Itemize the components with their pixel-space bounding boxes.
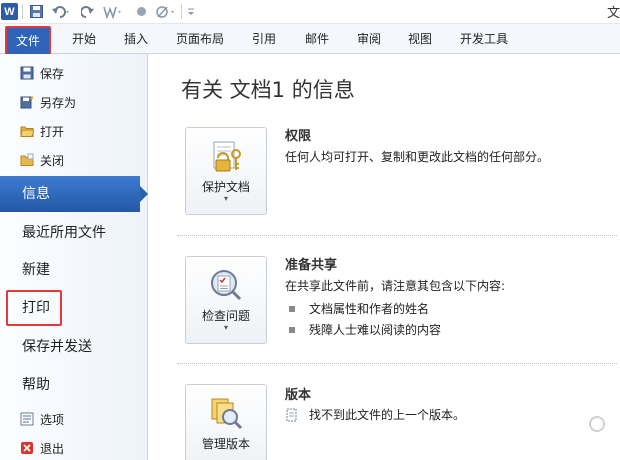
file-tab-label: 文件 bbox=[15, 34, 40, 48]
sidebar-item-new[interactable]: 新建 bbox=[22, 256, 50, 284]
ribbon-tab-row: 开始 插入 页面布局 引用 邮件 审阅 视图 开发工具 bbox=[0, 24, 620, 54]
sidebar-item-open[interactable]: 打开 bbox=[20, 121, 64, 141]
sidebar-item-label: 打开 bbox=[40, 124, 65, 139]
manage-versions-button[interactable]: 管理版本 bbox=[185, 384, 267, 460]
customize-icon[interactable] bbox=[185, 3, 197, 20]
section-divider bbox=[177, 235, 617, 236]
check-issues-button[interactable]: 检查问题 ▾ bbox=[185, 256, 267, 344]
sidebar-item-save-send[interactable]: 保存并发送 bbox=[22, 333, 92, 361]
save-as-icon bbox=[20, 95, 34, 109]
save-icon bbox=[20, 66, 34, 80]
tab-page-layout[interactable]: 页面布局 bbox=[176, 24, 224, 54]
bullet-text: 文档属性和作者的姓名 bbox=[309, 302, 430, 316]
record-icon[interactable] bbox=[134, 3, 148, 20]
backstage-sidebar: 保存 另存为 打开 关闭 信息 最近所用文件 新建 打印 保存并发送 帮助 选项… bbox=[0, 54, 148, 460]
versions-row: 找不到此文件的上一个版本。 bbox=[285, 406, 465, 423]
save-icon[interactable] bbox=[28, 3, 44, 20]
sidebar-item-label: 选项 bbox=[40, 412, 65, 427]
sidebar-item-label: 信息 bbox=[22, 186, 50, 202]
tab-developer[interactable]: 开发工具 bbox=[460, 24, 508, 54]
sidebar-item-save-as[interactable]: 另存为 bbox=[20, 92, 76, 112]
bullet-text: 残障人士难以阅读的内容 bbox=[309, 323, 442, 337]
toolbar-separator bbox=[181, 4, 182, 19]
tab-home[interactable]: 开始 bbox=[72, 24, 96, 54]
lock-key-icon bbox=[208, 138, 244, 174]
protect-document-label: 保护文档 bbox=[201, 180, 250, 194]
dropdown-arrow-icon: ▾ bbox=[223, 194, 228, 203]
page-title: 有关 文档1 的信息 bbox=[181, 78, 355, 102]
document-version-icon bbox=[285, 408, 299, 422]
sidebar-item-print[interactable]: 打印 bbox=[22, 294, 50, 322]
manage-versions-icon bbox=[208, 395, 244, 431]
window-title: 文 bbox=[606, 6, 620, 21]
toolbar-separator bbox=[22, 4, 23, 19]
versions-text: 找不到此文件的上一个版本。 bbox=[309, 408, 466, 422]
sidebar-item-info[interactable]: 信息 bbox=[0, 176, 148, 212]
format-painter-icon[interactable] bbox=[102, 3, 124, 20]
prepare-sharing-heading: 准备共享 bbox=[285, 258, 338, 273]
manage-versions-label: 管理版本 bbox=[201, 437, 250, 451]
close-folder-icon bbox=[20, 153, 34, 167]
sidebar-item-options[interactable]: 选项 bbox=[20, 409, 64, 429]
sidebar-item-exit[interactable]: 退出 bbox=[20, 438, 64, 458]
prepare-sharing-text: 在共享此文件前，请注意其包含以下内容: bbox=[285, 279, 506, 293]
tab-review[interactable]: 审阅 bbox=[357, 24, 381, 54]
versions-heading: 版本 bbox=[285, 388, 312, 403]
permissions-text: 任何人均可打开、复制和更改此文档的任何部分。 bbox=[285, 150, 550, 164]
bullet-icon bbox=[289, 326, 295, 333]
undo-icon[interactable] bbox=[50, 3, 72, 20]
word-logo-icon[interactable]: W bbox=[1, 3, 18, 20]
options-icon bbox=[20, 412, 34, 426]
sidebar-item-recent[interactable]: 最近所用文件 bbox=[22, 219, 106, 247]
tab-mailings[interactable]: 邮件 bbox=[305, 24, 329, 54]
inspect-document-icon bbox=[208, 267, 244, 303]
tab-references[interactable]: 引用 bbox=[252, 24, 276, 54]
sidebar-item-save[interactable]: 保存 bbox=[20, 63, 64, 83]
protect-document-button[interactable]: 保护文档 ▾ bbox=[185, 127, 267, 215]
info-pane: 有关 文档1 的信息 保护文档 ▾ 权限 任何人均可打开、复制和更改此文档的任何… bbox=[149, 54, 620, 460]
watermark-icon bbox=[589, 416, 605, 432]
open-folder-icon bbox=[20, 124, 35, 138]
sidebar-item-close[interactable]: 关闭 bbox=[20, 150, 64, 170]
tab-insert[interactable]: 插入 bbox=[124, 24, 148, 54]
clear-format-icon[interactable] bbox=[155, 3, 177, 20]
bullet-icon bbox=[289, 305, 295, 312]
exit-icon bbox=[20, 441, 34, 455]
sidebar-item-label: 退出 bbox=[40, 441, 65, 456]
check-issues-label: 检查问题 bbox=[201, 309, 250, 323]
watermark-logo bbox=[589, 416, 608, 432]
list-item: 文档属性和作者的姓名 bbox=[289, 300, 429, 317]
permissions-heading: 权限 bbox=[285, 129, 312, 144]
tab-view[interactable]: 视图 bbox=[408, 24, 432, 54]
redo-icon[interactable] bbox=[80, 3, 96, 20]
list-item: 残障人士难以阅读的内容 bbox=[289, 321, 441, 338]
sidebar-item-label: 另存为 bbox=[40, 95, 77, 110]
quick-access-toolbar: W 文 bbox=[0, 0, 620, 24]
dropdown-arrow-icon: ▾ bbox=[223, 323, 228, 332]
sidebar-item-label: 保存 bbox=[40, 66, 65, 81]
sidebar-item-label: 关闭 bbox=[40, 153, 65, 168]
sidebar-item-help[interactable]: 帮助 bbox=[22, 371, 50, 399]
section-divider bbox=[177, 363, 617, 364]
